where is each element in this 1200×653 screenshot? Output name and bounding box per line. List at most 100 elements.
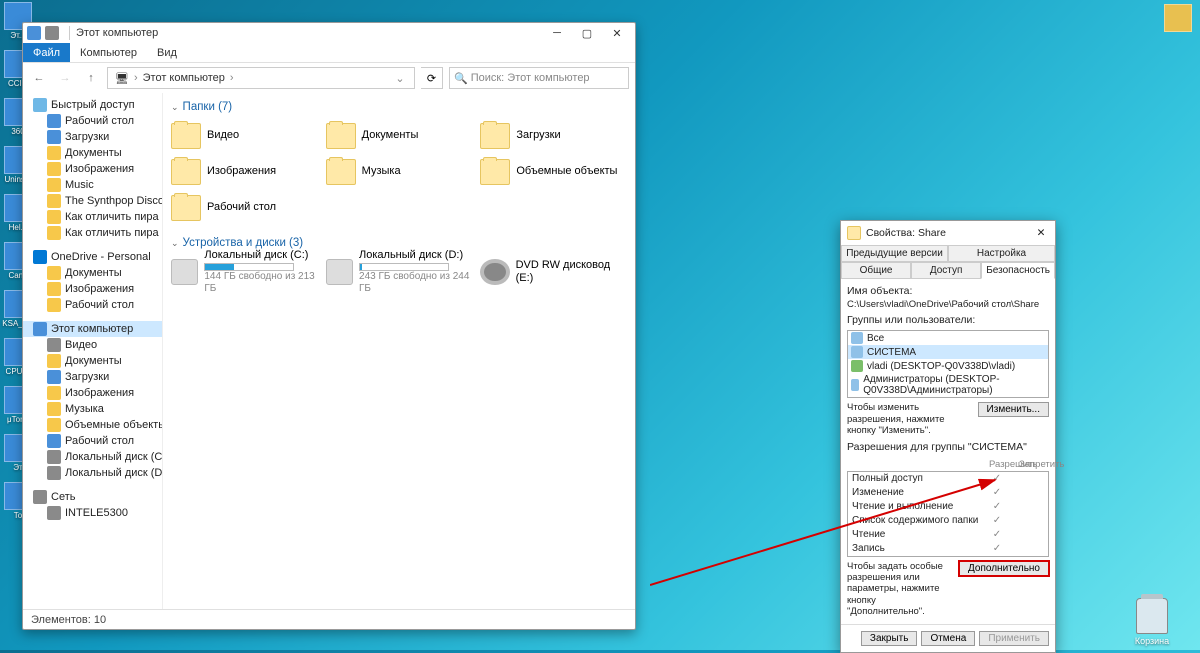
folder-icon (171, 195, 201, 221)
advanced-button[interactable]: Дополнительно (959, 561, 1049, 576)
drive-item[interactable]: DVD RW дисковод (E:) (478, 255, 629, 289)
user-list[interactable]: Все СИСТЕМА vladi (DESKTOP-Q0V338D\vladi… (847, 330, 1049, 398)
sidebar-item[interactable]: Как отличить пира (23, 225, 162, 241)
perms-label: Разрешения для группы "СИСТЕМА" (847, 441, 1049, 454)
tab-computer[interactable]: Компьютер (70, 43, 147, 62)
sidebar-item[interactable]: Музыка (23, 401, 162, 417)
user-row[interactable]: Администраторы (DESKTOP-Q0V338D\Админист… (848, 373, 1048, 397)
cancel-button[interactable]: Отмена (921, 631, 975, 646)
back-button[interactable]: ← (29, 68, 49, 88)
recycle-bin[interactable]: Корзина (1128, 598, 1176, 646)
sidebar-item[interactable]: Локальный диск (D:) (23, 465, 162, 481)
desktop-top-right (1160, 4, 1196, 52)
sidebar-item[interactable]: Документы (23, 145, 162, 161)
sidebar-item[interactable]: Документы (23, 353, 162, 369)
sidebar-item[interactable]: The Synthpop Disco (23, 193, 162, 209)
drive-item[interactable]: Локальный диск (D:)243 ГБ свободно из 24… (324, 255, 475, 289)
folder-item[interactable]: Объемные объекты (478, 155, 629, 189)
dialog-title: Свойства: Share (866, 227, 1033, 239)
folder-item[interactable]: Рабочий стол (169, 191, 320, 225)
user-row[interactable]: Все (848, 331, 1048, 345)
folder-item[interactable]: Загрузки (478, 119, 629, 153)
check-icon: ✓ (982, 515, 1012, 526)
forward-button[interactable]: → (55, 68, 75, 88)
folder-item[interactable]: Документы (324, 119, 475, 153)
up-button[interactable]: ↑ (81, 68, 101, 88)
search-icon: 🔍 (454, 72, 468, 85)
folder-icon (171, 123, 201, 149)
sidebar-quick-access[interactable]: Быстрый доступ (23, 97, 162, 113)
permission-row: Полный доступ✓ (848, 472, 1048, 486)
sidebar-onedrive[interactable]: OneDrive - Personal (23, 249, 162, 265)
sidebar-item[interactable]: Как отличить пира (23, 209, 162, 225)
tab-general[interactable]: Общие (841, 262, 911, 279)
recycle-icon (1136, 598, 1168, 634)
permission-row: Чтение✓ (848, 528, 1048, 542)
folder-icon (480, 159, 510, 185)
maximize-button[interactable]: ▢ (573, 24, 601, 42)
titlebar[interactable]: Этот компьютер ─ ▢ ✕ (23, 23, 635, 43)
sidebar-network[interactable]: Сеть (23, 489, 162, 505)
folder-item[interactable]: Музыка (324, 155, 475, 189)
apply-button[interactable]: Применить (979, 631, 1049, 646)
sidebar-item[interactable]: INTELE5300 (23, 505, 162, 521)
folder-icon (171, 159, 201, 185)
sidebar-item[interactable]: Загрузки (23, 129, 162, 145)
check-icon: ✓ (982, 487, 1012, 498)
drive-icon (326, 259, 353, 285)
check-icon: ✓ (982, 543, 1012, 554)
search-placeholder: Поиск: Этот компьютер (471, 72, 590, 84)
sidebar: Быстрый доступ Рабочий стол Загрузки Док… (23, 93, 163, 609)
groups-label: Группы или пользователи: (847, 314, 1049, 327)
change-button[interactable]: Изменить... (978, 402, 1049, 417)
desktop-icon[interactable] (1160, 4, 1196, 48)
dropdown-icon[interactable]: ⌄ (390, 68, 410, 88)
sidebar-item[interactable]: Изображения (23, 385, 162, 401)
properties-dialog: Свойства: Share ✕ Предыдущие версии Наст… (840, 220, 1056, 653)
status-bar: Элементов: 10 (23, 609, 635, 629)
breadcrumb-item[interactable]: Этот компьютер (140, 72, 228, 84)
tab-security[interactable]: Безопасность (981, 262, 1055, 279)
permissions-list: Полный доступ✓Изменение✓Чтение и выполне… (847, 471, 1049, 557)
check-icon: ✓ (982, 473, 1012, 484)
folder-icon (847, 226, 861, 240)
dialog-titlebar[interactable]: Свойства: Share ✕ (841, 221, 1055, 245)
tab-customize[interactable]: Настройка (948, 245, 1055, 262)
folder-item[interactable]: Видео (169, 119, 320, 153)
sidebar-item[interactable]: Видео (23, 337, 162, 353)
breadcrumb[interactable]: 🖥 › Этот компьютер › ⌄ (107, 67, 415, 89)
close-button[interactable]: ✕ (1033, 227, 1049, 239)
sidebar-item[interactable]: Изображения (23, 281, 162, 297)
app-icon (27, 26, 41, 40)
recycle-label: Корзина (1135, 636, 1169, 646)
sidebar-item[interactable]: Изображения (23, 161, 162, 177)
search-input[interactable]: 🔍 Поиск: Этот компьютер (449, 67, 629, 89)
tab-sharing[interactable]: Доступ (911, 262, 981, 279)
tab-view[interactable]: Вид (147, 43, 187, 62)
sidebar-item[interactable]: Объемные объекты (23, 417, 162, 433)
minimize-button[interactable]: ─ (543, 24, 571, 42)
user-row[interactable]: СИСТЕМА (848, 345, 1048, 359)
tab-file[interactable]: Файл (23, 43, 70, 62)
close-button[interactable]: ✕ (603, 24, 631, 42)
group-folders-header[interactable]: ⌄Папки (7) (169, 97, 629, 119)
check-icon: ✓ (982, 501, 1012, 512)
user-row[interactable]: vladi (DESKTOP-Q0V338D\vladi) (848, 359, 1048, 373)
close-dialog-button[interactable]: Закрыть (861, 631, 918, 646)
tab-prev-versions[interactable]: Предыдущие версии (841, 245, 948, 262)
sidebar-item[interactable]: Music (23, 177, 162, 193)
permission-row: Изменение✓ (848, 486, 1048, 500)
sidebar-item[interactable]: Рабочий стол (23, 433, 162, 449)
drive-icon (480, 259, 509, 285)
sidebar-item[interactable]: Рабочий стол (23, 297, 162, 313)
refresh-button[interactable]: ⟳ (421, 67, 443, 89)
sidebar-this-pc[interactable]: Этот компьютер (23, 321, 162, 337)
folder-item[interactable]: Изображения (169, 155, 320, 189)
col-deny: Запретить (1019, 459, 1049, 470)
sidebar-item[interactable]: Рабочий стол (23, 113, 162, 129)
sidebar-item[interactable]: Документы (23, 265, 162, 281)
drive-item[interactable]: Локальный диск (C:)144 ГБ свободно из 21… (169, 255, 320, 289)
sidebar-item[interactable]: Загрузки (23, 369, 162, 385)
sidebar-item[interactable]: Локальный диск (C:) (23, 449, 162, 465)
pc-icon: 🖥 (112, 72, 132, 85)
